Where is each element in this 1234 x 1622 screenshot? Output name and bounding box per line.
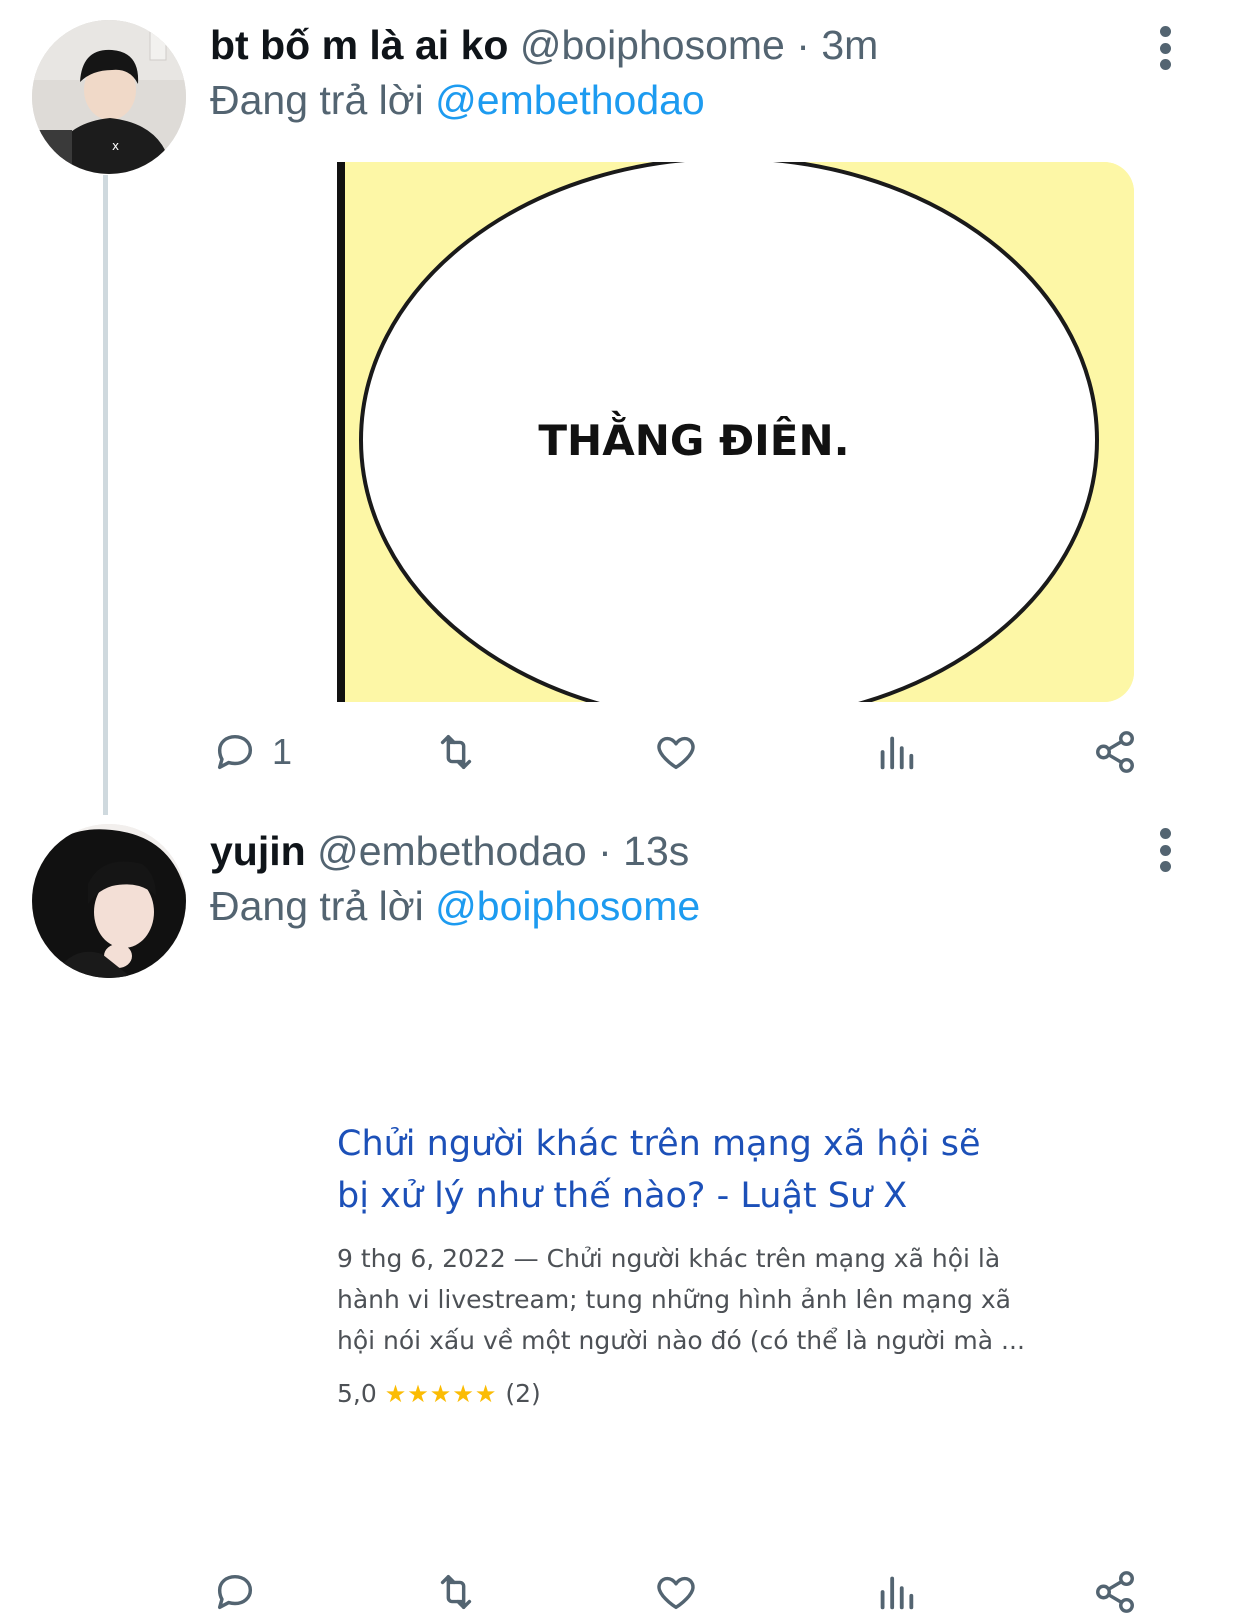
mention-link[interactable]: @embethodao <box>435 77 705 123</box>
retweet-icon <box>440 1574 472 1610</box>
tweet: yujin @embethodao · 13s Đang trả lời @bo… <box>0 810 1234 1613</box>
reply-count: 1 <box>272 731 293 772</box>
tweet-header: bt bố m là ai ko @boiphosome · 3m <box>210 18 878 72</box>
search-result-snippet: 9 thg 6, 2022 — Chửi người khác trên mạn… <box>337 1238 1057 1361</box>
views-button[interactable] <box>873 722 919 782</box>
timestamp[interactable]: 3m <box>821 22 878 68</box>
share-button[interactable] <box>1092 722 1138 782</box>
snippet-line: hội nói xấu về một người nào đó (có thể … <box>337 1326 1025 1355</box>
replying-to-label: Đang trả lời <box>210 77 424 123</box>
avatar-photo <box>32 824 186 978</box>
retweet-button[interactable] <box>433 722 479 782</box>
views-icon <box>880 1576 914 1610</box>
svg-text:x: x <box>112 139 119 153</box>
display-name[interactable]: bt bố m là ai ko <box>210 22 508 68</box>
like-button[interactable] <box>653 722 699 782</box>
rating-count: (2) <box>505 1379 541 1408</box>
action-bar <box>0 1562 1234 1622</box>
reply-icon <box>217 734 253 770</box>
user-handle[interactable]: @boiphosome <box>520 22 785 68</box>
tweet-header: yujin @embethodao · 13s <box>210 824 689 878</box>
replying-to-label: Đang trả lời <box>210 883 424 929</box>
bubble-text: THẰNG ĐIÊN. <box>538 409 849 465</box>
retweet-icon <box>440 734 472 770</box>
snippet-line: hành vi livestream; tung những hình ảnh … <box>337 1285 1011 1314</box>
avatar-photo: x <box>32 20 186 174</box>
heart-icon <box>657 736 695 770</box>
reply-icon <box>217 1574 253 1610</box>
reply-button[interactable] <box>212 1562 258 1622</box>
search-result-title-line: Chửi người khác trên mạng xã hội sẽ <box>337 1124 981 1164</box>
views-icon <box>880 736 914 770</box>
share-button[interactable] <box>1092 1562 1138 1622</box>
search-result-rating: 5,0 ★★★★★ (2) <box>337 1379 1057 1408</box>
timestamp[interactable]: 13s <box>623 828 689 874</box>
reply-button[interactable]: 1 <box>212 722 292 782</box>
replying-to: Đang trả lời @boiphosome <box>210 879 700 933</box>
share-icon <box>1096 731 1134 773</box>
search-result-title: Chửi người khác trên mạng xã hội sẽ bị x… <box>337 1118 1057 1222</box>
tweet-image[interactable]: THẰNG ĐIÊN. <box>337 162 1134 702</box>
avatar[interactable]: x <box>32 20 186 174</box>
separator-dot: · <box>598 828 612 874</box>
share-icon <box>1096 1571 1134 1613</box>
search-result-title-line: bị xử lý như thế nào? - Luật Sư X <box>337 1176 908 1216</box>
action-bar: 1 <box>0 722 1234 782</box>
heart-icon <box>657 1576 695 1610</box>
retweet-button[interactable] <box>433 1562 479 1622</box>
tweet: x bt bố m là ai ko @boiphosome · 3m Đang… <box>0 0 1234 810</box>
avatar[interactable] <box>32 824 186 978</box>
replying-to: Đang trả lời @embethodao <box>210 73 705 127</box>
more-vertical-icon[interactable] <box>1158 26 1172 70</box>
like-button[interactable] <box>653 1562 699 1622</box>
rating-value: 5,0 <box>337 1379 377 1408</box>
views-button[interactable] <box>873 1562 919 1622</box>
user-handle[interactable]: @embethodao <box>317 828 587 874</box>
more-vertical-icon[interactable] <box>1158 828 1172 872</box>
display-name[interactable]: yujin <box>210 828 306 874</box>
search-result-image[interactable]: Chửi người khác trên mạng xã hội sẽ bị x… <box>337 1118 1057 1408</box>
snippet-line: 9 thg 6, 2022 — Chửi người khác trên mạn… <box>337 1244 1001 1273</box>
mention-link[interactable]: @boiphosome <box>435 883 700 929</box>
separator-dot: · <box>796 22 810 68</box>
star-icons: ★★★★★ <box>384 1379 498 1408</box>
